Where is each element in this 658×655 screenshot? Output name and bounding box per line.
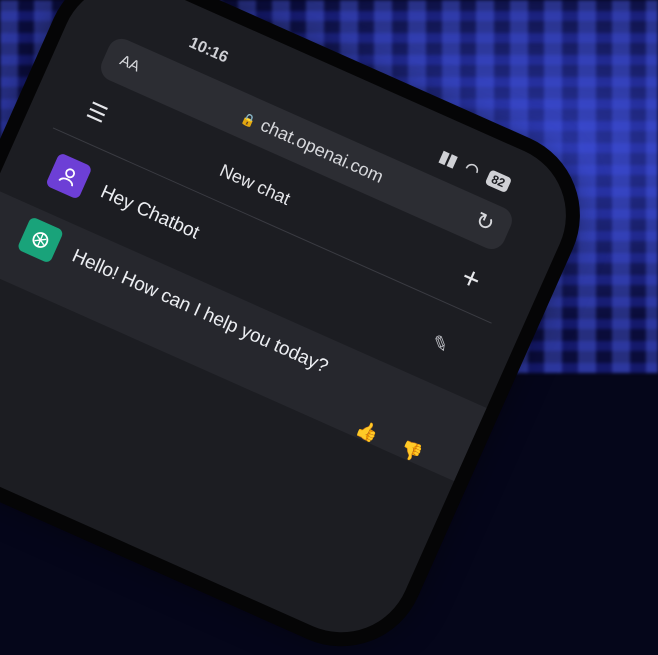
thumbs-up-icon[interactable]: 👍: [352, 418, 382, 446]
lock-icon: 🔒: [238, 110, 259, 130]
phone: 10:16 ▮▮ ◠ 82 AA 🔒chat.openai.com ↻ ☰ Ne…: [0, 0, 658, 655]
reload-icon[interactable]: ↻: [471, 207, 499, 238]
person-icon: [58, 168, 75, 187]
signal-icon: ▮▮: [436, 148, 460, 171]
chatgpt-logo-icon: [16, 216, 65, 264]
message-actions: 👍 👎: [352, 418, 426, 466]
phone-screen: 10:16 ▮▮ ◠ 82 AA 🔒chat.openai.com ↻ ☰ Ne…: [0, 0, 589, 655]
text-size-button[interactable]: AA: [117, 52, 142, 76]
user-message-text: Hey Chatbot: [97, 181, 203, 244]
status-time: 10:16: [186, 34, 231, 67]
openai-knot-icon: [32, 232, 49, 248]
hamburger-icon[interactable]: ☰: [83, 97, 111, 129]
battery-indicator: 82: [484, 169, 513, 194]
chat-title: New chat: [216, 160, 294, 209]
plus-icon[interactable]: +: [456, 260, 485, 298]
wifi-icon: ◠: [462, 159, 482, 181]
thumbs-down-icon[interactable]: 👎: [397, 437, 426, 465]
user-avatar: [45, 152, 93, 200]
assistant-message-text: Hello! How can I help you today?: [68, 245, 332, 378]
edit-icon[interactable]: ✎: [427, 329, 452, 359]
